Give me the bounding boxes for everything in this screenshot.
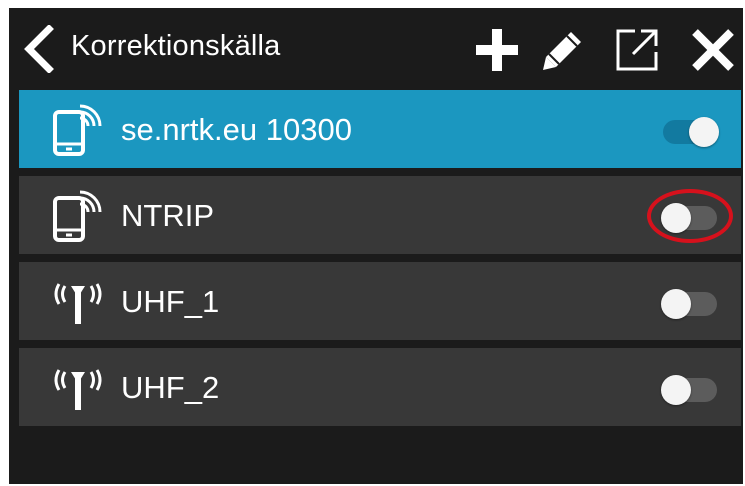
plus-icon	[476, 29, 518, 71]
external-window-icon	[616, 29, 658, 71]
list-item-label: UHF_1	[121, 284, 220, 319]
close-button[interactable]	[685, 22, 741, 78]
list-item-ntrip[interactable]: NTRIP	[19, 176, 741, 254]
toggle-knob	[661, 375, 691, 405]
list-item-uhf-1[interactable]: UHF_1	[19, 262, 741, 340]
list-item-label: UHF_2	[121, 370, 220, 405]
edit-button[interactable]	[535, 22, 591, 78]
source-toggle[interactable]	[659, 375, 719, 405]
pencil-icon	[543, 32, 581, 70]
list-item-label: NTRIP	[121, 198, 214, 233]
app-screen: Korrektionskälla se.nrtk.eu 10300 NTRIP …	[9, 8, 743, 484]
close-icon	[692, 29, 734, 71]
source-toggle[interactable]	[659, 117, 719, 147]
header-bar: Korrektionskälla	[9, 8, 743, 88]
source-toggle[interactable]	[659, 289, 719, 319]
list-item-label: se.nrtk.eu 10300	[121, 112, 352, 147]
source-toggle[interactable]	[659, 203, 719, 233]
chevron-left-icon	[24, 25, 54, 73]
phone-signal-icon	[49, 102, 107, 158]
add-button[interactable]	[469, 22, 525, 78]
antenna-icon	[49, 360, 107, 416]
open-external-button[interactable]	[609, 22, 665, 78]
phone-signal-icon	[49, 188, 107, 244]
list-item-uhf-2[interactable]: UHF_2	[19, 348, 741, 426]
list-item-se-nrtk[interactable]: se.nrtk.eu 10300	[19, 90, 741, 168]
page-title: Korrektionskälla	[71, 30, 281, 62]
back-button[interactable]	[13, 22, 65, 76]
toggle-knob	[661, 203, 691, 233]
toggle-knob	[689, 117, 719, 147]
toggle-knob	[661, 289, 691, 319]
antenna-icon	[49, 274, 107, 330]
